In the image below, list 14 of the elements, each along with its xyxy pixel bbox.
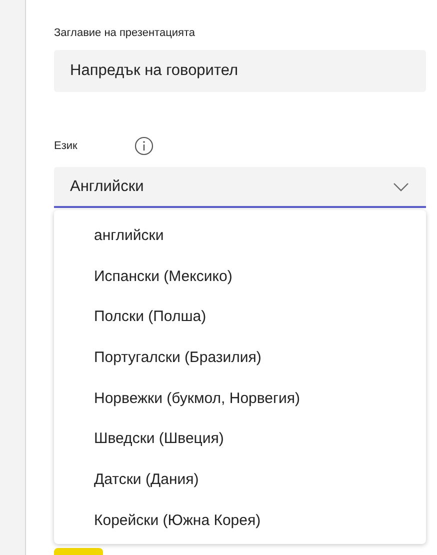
menu-item[interactable]: Полски (Полша) (54, 297, 426, 338)
menu-item[interactable]: Норвежки (букмол, Норвегия) (54, 378, 426, 420)
menu-item[interactable]: Шведски (Швеция) (54, 419, 426, 460)
menu-item[interactable]: Испански (Мексико) (54, 256, 426, 298)
field-label: Заглавие на презентацията (54, 26, 196, 41)
info-icon[interactable] (134, 136, 154, 156)
language-dropdown[interactable]: Английски (54, 167, 426, 208)
menu-item[interactable]: Корейски (Южна Корея) (54, 500, 426, 542)
menu-item[interactable]: Датски (Дания) (54, 460, 426, 501)
chevron-icon (393, 182, 409, 192)
menu-item[interactable]: Португалски (Бразилия) (54, 338, 426, 379)
field-label: Език (54, 139, 78, 154)
menu-item[interactable]: английски (54, 216, 426, 257)
input-field[interactable]: Напредък на говорител (54, 50, 426, 92)
